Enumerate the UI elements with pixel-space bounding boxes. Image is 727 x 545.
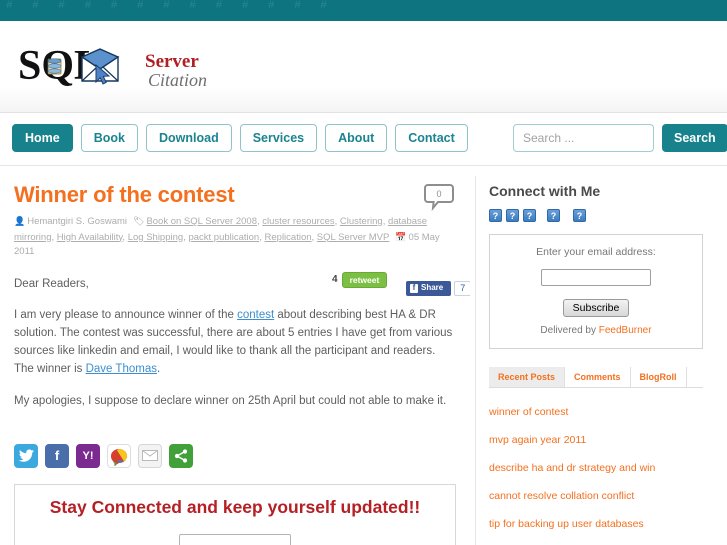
facebook-share-widget[interactable]: f Share 7 [406,280,470,296]
post-tag-link[interactable]: Replication [265,232,312,243]
nav-item-contact[interactable]: Contact [395,124,468,152]
feedburner-credit: Delivered by FeedBurner [490,325,702,336]
nav-item-home[interactable]: Home [12,124,73,152]
comment-count-badge[interactable]: 0 [424,182,454,212]
broken-image-icon[interactable]: ? [489,209,502,222]
greeting-row: Dear Readers, 4 retweet f Share 7 [14,271,470,298]
generic-share-icon[interactable] [169,443,193,468]
list-item[interactable]: tip for backing up user databases [489,518,727,530]
post-paragraph-1: I am very please to announce winner of t… [14,306,456,378]
search-area: Search [513,124,727,152]
post-paragraph-2: My apologies, I suppose to declare winne… [14,394,447,407]
feedburner-credit-prefix: Delivered by [540,325,599,336]
nav-item-about[interactable]: About [325,124,388,152]
buzz-glyph [110,448,127,466]
facebook-share-icon[interactable]: f [45,443,69,468]
email-field-label: Enter your email address: [536,246,656,258]
recent-posts-list: winner of contest mvp again year 2011 de… [489,406,727,530]
stay-connected-input[interactable] [179,533,291,545]
email-field[interactable] [541,269,651,286]
nav-items: Home Book Download Services About Contac… [12,124,468,152]
post-tag-link[interactable]: cluster resources [262,216,334,227]
post-tag-link[interactable]: Log Shipping [128,232,183,243]
feedburner-subscribe-box: Enter your email address: Subscribe Deli… [489,234,703,349]
svg-text:Citation: Citation [148,70,207,90]
facebook-share-label: Share [421,283,444,292]
logo-graphic: SQL Server Citation [18,43,207,90]
retweet-button[interactable]: retweet [341,271,388,288]
search-input[interactable] [513,124,654,152]
broken-image-icon[interactable]: ? [547,209,560,222]
contest-link[interactable]: contest [237,309,274,321]
stay-connected-box: Stay Connected and keep yourself updated… [14,483,456,545]
post-tag-link[interactable]: Book on SQL Server 2008 [146,216,257,227]
post-meta: 👤 Hemantgiri S. Goswami 🏷 Book on SQL Serve… [14,216,440,257]
list-item[interactable]: cannot resolve collation conflict [489,490,727,502]
list-item[interactable]: describe ha and dr strategy and win [489,462,727,474]
site-header: SQL Server Citation [0,21,727,113]
paragraph-1-part-c: . [156,362,161,375]
retweet-count: 4 [332,274,338,285]
email-share-icon[interactable] [138,443,162,468]
nav-item-services[interactable]: Services [239,124,318,152]
nav-item-book[interactable]: Book [80,124,138,152]
top-decorative-bar: # # # # # # # # # # # # # [0,0,727,21]
list-item[interactable]: mvp again year 2011 [489,434,727,446]
yahoo-share-icon[interactable]: Y! [76,443,100,468]
author-icon: 👤 [14,216,26,226]
feedburner-brand: FeedBurner [598,325,652,336]
list-item[interactable]: winner of contest [489,406,727,418]
nav-item-download[interactable]: Download [145,124,232,152]
tab-blogroll[interactable]: BlogRoll [630,367,687,387]
twitter-bird-glyph [18,449,34,462]
social-share-row: f Y! [14,443,456,468]
broken-image-icon[interactable]: ? [523,209,536,222]
share-nodes-glyph [174,448,188,463]
sidebar: Connect with Me ? ? ? ? ? Enter your ema… [489,166,727,545]
tab-recent-posts[interactable]: Recent Posts [489,367,566,387]
calendar-icon: 📅 [395,231,407,242]
tab-comments[interactable]: Comments [565,367,631,387]
post-tag-link[interactable]: Clustering [340,216,383,227]
sidebar-tabs: Recent Posts Comments BlogRoll [489,367,703,388]
twitter-share-icon[interactable] [14,443,38,468]
post-tag-link[interactable]: High Availability [57,232,123,243]
social-links-row: ? ? ? ? ? [489,209,727,222]
post-greeting: Dear Readers, [14,277,89,290]
comment-bubble-icon: 0 [424,184,454,212]
page-title: Winner of the contest [14,182,235,207]
broken-image-icon[interactable]: ? [573,209,586,222]
tag-icon: 🏷 [133,216,145,226]
post-tag-link[interactable]: packt publication [188,232,259,243]
site-logo[interactable]: SQL Server Citation [18,39,218,97]
google-buzz-share-icon[interactable] [107,443,131,468]
topbar-pattern: # # # # # # # # # # # # # [6,0,334,12]
facebook-share-button[interactable]: f Share [406,280,452,296]
envelope-glyph [142,450,158,461]
content-sidebar-divider [475,176,476,545]
post-author: Hemantgiri S. Goswami [27,216,127,227]
subscribe-button[interactable]: Subscribe [562,299,630,317]
main-navigation: Home Book Download Services About Contac… [0,113,727,166]
main-content: Winner of the contest 0 👤 Hemantgiri S. G… [0,166,470,545]
svg-text:Server: Server [145,51,199,72]
post-tag-link[interactable]: SQL Server MVP [317,232,390,243]
winner-name-link[interactable]: Dave Thomas [86,363,157,375]
comment-count-text: 0 [436,189,441,199]
retweet-widget[interactable]: 4 retweet [332,271,388,288]
stay-connected-title: Stay Connected and keep yourself updated… [49,496,421,517]
facebook-share-count: 7 [454,280,470,296]
paragraph-1-part-a: I am very please to announce winner of t… [14,308,238,321]
connect-with-me-title: Connect with Me [489,183,601,199]
broken-image-icon[interactable]: ? [506,209,519,222]
search-button[interactable]: Search [662,124,727,152]
facebook-f-icon: f [410,283,418,293]
